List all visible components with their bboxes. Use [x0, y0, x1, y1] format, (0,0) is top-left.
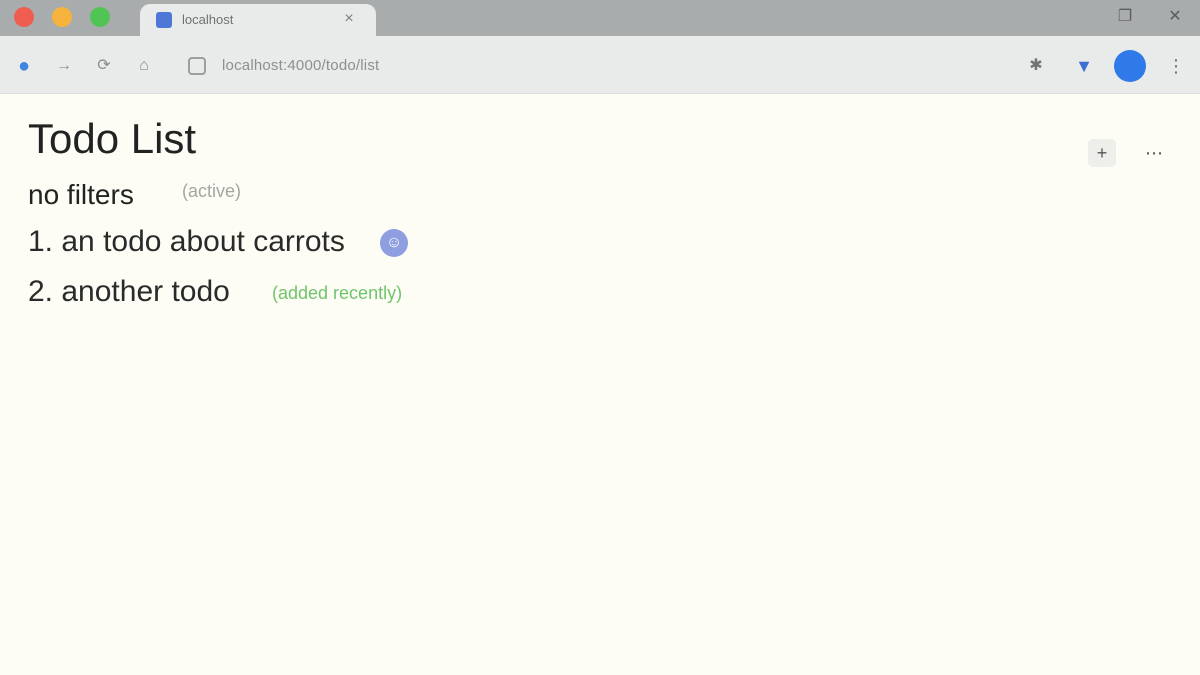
address-bar[interactable]: localhost:4000/todo/list	[176, 46, 996, 86]
browser-window: localhost × ❐ ✕ ● → ⟳ ⌂ localhost:4000/t…	[0, 0, 1200, 675]
shield-icon[interactable]: ▼	[1072, 54, 1096, 78]
window-restore-icon[interactable]: ❐	[1114, 6, 1136, 28]
todo-text: another todo	[61, 275, 230, 308]
browser-toolbar: ● → ⟳ ⌂ localhost:4000/todo/list ✱ ▼ ⋮	[0, 36, 1200, 94]
filter-hint: (active)	[182, 181, 242, 201]
browser-tab[interactable]: localhost ×	[140, 4, 376, 36]
profile-avatar[interactable]	[1114, 50, 1146, 82]
reload-icon[interactable]: ⟳	[92, 54, 116, 78]
window-maximize-button[interactable]	[90, 7, 110, 27]
back-icon[interactable]: ●	[12, 54, 36, 78]
address-url: localhost:4000/todo/list	[222, 57, 380, 74]
forward-icon[interactable]: →	[52, 54, 76, 78]
todo-tag: (added recently)	[272, 283, 403, 303]
lock-icon	[188, 57, 206, 75]
todo-text: an todo about carrots	[61, 225, 345, 258]
extension-icon[interactable]: ✱	[1024, 54, 1048, 78]
todo-item[interactable]: 1. an todo about carrots	[28, 225, 345, 259]
window-close-button[interactable]	[14, 7, 34, 27]
todo-number: 1.	[28, 225, 54, 258]
tab-close-icon[interactable]: ×	[340, 10, 358, 28]
page-title: Todo List	[28, 115, 197, 162]
home-icon[interactable]: ⌂	[132, 54, 156, 78]
filter-status: no filters	[28, 179, 134, 210]
add-todo-button[interactable]: +	[1088, 139, 1116, 167]
status-badge-icon[interactable]: ☺	[380, 229, 408, 257]
tab-title: localhost	[182, 12, 234, 27]
menu-icon[interactable]: ⋮	[1164, 54, 1188, 78]
window-exit-icon[interactable]: ✕	[1164, 6, 1186, 28]
favicon-icon	[156, 12, 172, 28]
todo-item[interactable]: 2. another todo	[28, 275, 230, 309]
window-minimize-button[interactable]	[52, 7, 72, 27]
page-content: Todo List + ⋯ no filters (active) 1. an …	[0, 95, 1200, 675]
todo-number: 2.	[28, 275, 54, 308]
more-options-button[interactable]: ⋯	[1140, 139, 1168, 167]
tab-strip: localhost × ❐ ✕	[0, 0, 1200, 36]
